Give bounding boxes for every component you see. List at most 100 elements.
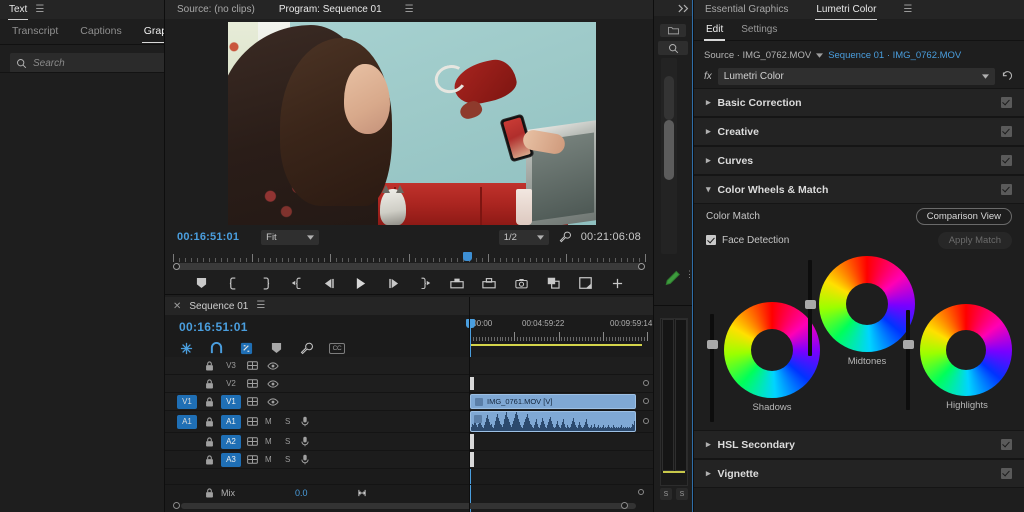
- add-marker-icon[interactable]: [269, 341, 283, 355]
- add-marker-button[interactable]: [193, 275, 209, 291]
- clip-video[interactable]: IMG_0761.MOV [V]: [470, 394, 636, 409]
- playback-resolution-select[interactable]: 1/2: [499, 230, 549, 245]
- track-content-v1[interactable]: IMG_0761.MOV [V]: [470, 393, 642, 410]
- search-box[interactable]: [10, 53, 164, 73]
- sync-lock-icon[interactable]: [247, 379, 258, 388]
- sync-lock-icon[interactable]: [247, 437, 258, 446]
- reset-icon[interactable]: [1001, 70, 1014, 83]
- shadows-luma-knob[interactable]: [707, 340, 718, 349]
- lock-icon[interactable]: [205, 379, 214, 389]
- voice-icon[interactable]: [301, 454, 309, 465]
- video-frame[interactable]: [228, 22, 596, 225]
- monitor-scrubber[interactable]: [173, 252, 645, 272]
- pan-icon[interactable]: [356, 489, 368, 497]
- scrollbar-handle-right[interactable]: [621, 502, 628, 509]
- solo-button-right[interactable]: S: [676, 488, 688, 500]
- voice-icon[interactable]: [301, 436, 309, 447]
- playhead-marker[interactable]: [463, 252, 472, 261]
- highlights-color-wheel[interactable]: [920, 304, 1012, 396]
- extract-button[interactable]: [481, 275, 497, 291]
- search-input[interactable]: [33, 58, 164, 69]
- source-patch-a1[interactable]: A1: [177, 415, 197, 429]
- solo-button-a1[interactable]: S: [285, 417, 290, 426]
- section-creative[interactable]: ▸ Creative: [694, 117, 1024, 146]
- track-name-a2[interactable]: A2: [221, 435, 241, 449]
- search-icon[interactable]: [658, 41, 688, 55]
- lock-icon[interactable]: [205, 455, 214, 465]
- subtab-captions[interactable]: Captions: [80, 20, 121, 43]
- lock-icon[interactable]: [205, 397, 214, 407]
- play-stop-button[interactable]: [353, 275, 369, 291]
- work-area-bar[interactable]: [470, 344, 642, 346]
- captions-icon[interactable]: CC: [329, 343, 345, 354]
- clip-end-dot[interactable]: [643, 398, 649, 404]
- voice-icon[interactable]: [301, 416, 309, 427]
- track-name-v3[interactable]: V3: [221, 359, 241, 373]
- go-to-in-button[interactable]: [289, 275, 305, 291]
- section-vignette[interactable]: ▸ Vignette: [694, 459, 1024, 488]
- solo-button-left[interactable]: S: [660, 488, 672, 500]
- highlights-luma-knob[interactable]: [903, 340, 914, 349]
- effect-name-select[interactable]: Lumetri Color: [718, 68, 995, 85]
- track-name-a3[interactable]: A3: [221, 453, 241, 467]
- sync-lock-icon[interactable]: [247, 397, 258, 406]
- subtab-edit[interactable]: Edit: [706, 19, 723, 41]
- clip-end-dot[interactable]: [643, 418, 649, 424]
- lock-icon[interactable]: [205, 437, 214, 447]
- lift-button[interactable]: [449, 275, 465, 291]
- mark-out-button[interactable]: [257, 275, 273, 291]
- sync-lock-icon[interactable]: [247, 417, 258, 426]
- face-detection-checkbox[interactable]: [706, 235, 716, 245]
- multicam-button[interactable]: [577, 275, 593, 291]
- track-content-v3[interactable]: [470, 357, 642, 374]
- source-clip-label[interactable]: Source · IMG_0762.MOV: [704, 50, 811, 61]
- mute-button-a2[interactable]: M: [265, 437, 272, 446]
- comparison-view-button[interactable]: Comparison View: [916, 208, 1012, 225]
- go-to-out-button[interactable]: [417, 275, 433, 291]
- mute-button-a1[interactable]: M: [265, 417, 272, 426]
- button-editor-button[interactable]: [609, 275, 625, 291]
- comparison-view-button[interactable]: [545, 275, 561, 291]
- hamburger-icon[interactable]: ☰: [35, 5, 44, 15]
- scrubber-handle-left[interactable]: [173, 263, 180, 270]
- solo-button-a3[interactable]: S: [285, 455, 290, 464]
- track-content-v2[interactable]: [470, 375, 642, 392]
- section-color-wheels-and-match[interactable]: ▾ Color Wheels & Match: [694, 175, 1024, 204]
- timeline-settings-icon[interactable]: [299, 341, 313, 355]
- sequence-clip-label[interactable]: Sequence 01 · IMG_0762.MOV: [828, 50, 961, 61]
- wrench-icon[interactable]: [559, 231, 571, 243]
- section-enable-checkbox[interactable]: [1001, 439, 1012, 450]
- eye-icon[interactable]: [267, 398, 279, 406]
- camera-icon[interactable]: [513, 275, 529, 291]
- section-enable-checkbox[interactable]: [1001, 184, 1012, 195]
- section-curves[interactable]: ▸ Curves: [694, 146, 1024, 175]
- mark-in-button[interactable]: [225, 275, 241, 291]
- section-enable-checkbox[interactable]: [1001, 97, 1012, 108]
- scrubber-handle-right[interactable]: [638, 263, 645, 270]
- linked-selection-icon[interactable]: [239, 341, 253, 355]
- track-content-a1[interactable]: [470, 411, 642, 432]
- mix-value[interactable]: 0.0: [295, 488, 308, 498]
- subtab-graphics[interactable]: Graphics: [144, 20, 164, 43]
- hamburger-icon[interactable]: ☰: [256, 301, 265, 311]
- lock-icon[interactable]: [205, 361, 214, 371]
- timeline-horizontal-scrollbar[interactable]: [173, 502, 646, 510]
- section-enable-checkbox[interactable]: [1001, 155, 1012, 166]
- pen-icon[interactable]: [664, 270, 681, 287]
- timeline-sequence-label[interactable]: Sequence 01: [189, 301, 248, 312]
- sync-lock-icon[interactable]: [247, 455, 258, 464]
- midtones-luma-knob[interactable]: [805, 300, 816, 309]
- track-name-v2[interactable]: V2: [221, 377, 241, 391]
- track-name-v1[interactable]: V1: [221, 395, 241, 409]
- folder-icon[interactable]: [660, 24, 686, 37]
- highlights-luma-slider[interactable]: [906, 310, 910, 410]
- program-current-timecode[interactable]: 00:16:51:01: [177, 231, 239, 243]
- track-name-a1[interactable]: A1: [221, 415, 241, 429]
- step-forward-button[interactable]: [385, 275, 401, 291]
- timeline-current-timecode[interactable]: 00:16:51:01: [179, 320, 248, 334]
- zoom-level-select[interactable]: Fit: [261, 230, 319, 245]
- eye-icon[interactable]: [267, 362, 279, 370]
- nest-icon[interactable]: [179, 341, 193, 355]
- mix-end-dot[interactable]: [638, 489, 644, 495]
- mute-button-a3[interactable]: M: [265, 455, 272, 464]
